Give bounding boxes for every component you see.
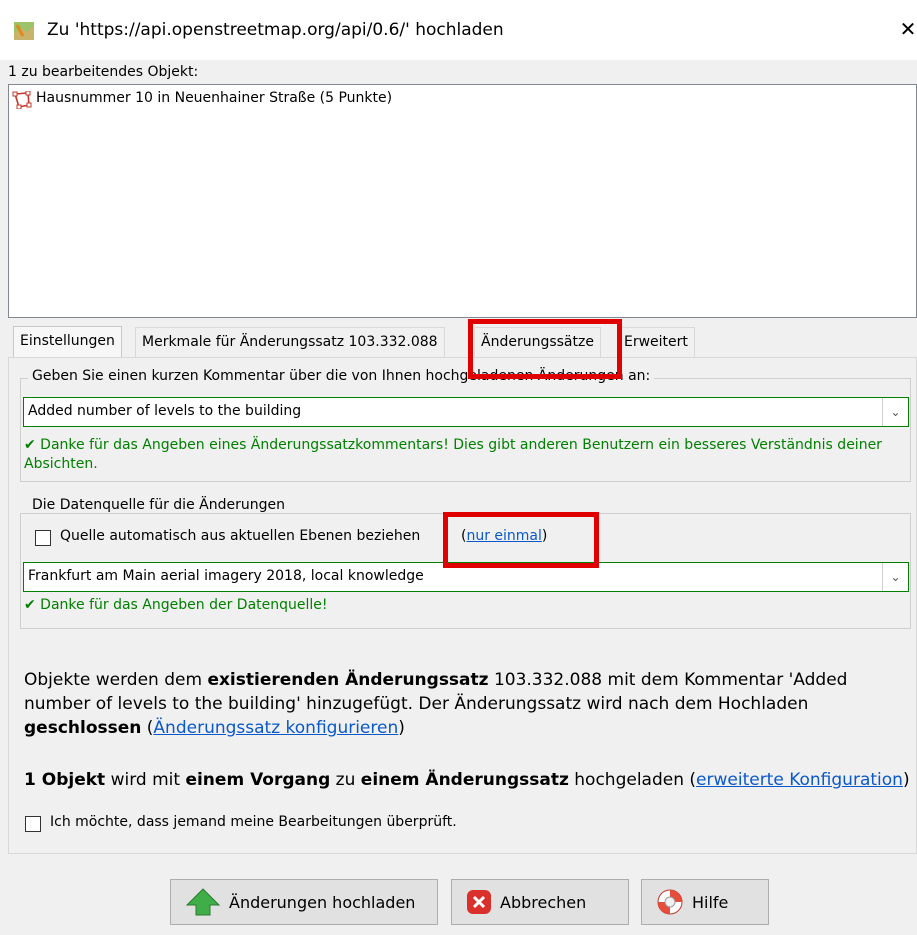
comment-feedback: ✔ Danke für das Angeben eines Änderungss… <box>24 437 882 472</box>
tab-merkmale[interactable]: Merkmale für Änderungssatz 103.332.088 <box>135 327 445 357</box>
help-button[interactable]: Hilfe <box>641 879 769 925</box>
info-text: Objekte werden dem <box>24 670 208 690</box>
info-bold: existierenden Änderungssatz <box>207 670 489 690</box>
tab-erweitert[interactable]: Erweitert <box>617 327 695 357</box>
close-icon[interactable]: ✕ <box>896 17 917 41</box>
info-text: ) <box>398 718 405 738</box>
source-feedback: ✔ Danke für das Angeben der Datenquelle! <box>24 597 328 613</box>
review-checkbox[interactable] <box>25 816 41 832</box>
upload-button-label: Änderungen hochladen <box>229 892 416 912</box>
way-polygon-icon <box>12 91 32 109</box>
info-text: wird mit <box>105 770 186 790</box>
info-bold: 1 Objekt <box>24 770 106 790</box>
cancel-button-label: Abbrechen <box>500 892 587 912</box>
info-text: hochgeladen ( <box>568 770 697 790</box>
josm-app-icon <box>14 22 34 40</box>
configure-changeset-link[interactable]: Änderungssatz konfigurieren <box>153 718 398 738</box>
object-item[interactable]: Hausnummer 10 in Neuenhainer Straße (5 P… <box>36 90 392 106</box>
info-bold: einem Änderungssatz <box>360 770 569 790</box>
upload-button[interactable]: Änderungen hochladen <box>170 879 438 925</box>
info-bold: geschlossen <box>24 718 142 738</box>
upload-arrow-icon <box>185 888 221 916</box>
auto-source-checkbox[interactable] <box>35 530 51 546</box>
help-button-label: Hilfe <box>692 892 729 912</box>
chevron-down-icon[interactable]: ⌄ <box>882 398 908 426</box>
lifebuoy-icon <box>657 889 683 915</box>
window-title: Zu 'https://api.openstreetmap.org/api/0.… <box>47 20 504 40</box>
info-text: ) <box>902 770 910 790</box>
info-text: ( <box>141 718 154 738</box>
comment-value: Added number of levels to the building <box>28 403 302 419</box>
comment-combobox[interactable]: Added number of levels to the building ⌄ <box>23 397 909 427</box>
highlight-box-changesets-tab <box>468 319 622 379</box>
changeset-info: Objekte werden dem existierenden Änderun… <box>24 668 894 740</box>
objects-label: 1 zu bearbeitendes Objekt: <box>8 64 199 80</box>
info-text: zu <box>330 770 361 790</box>
chevron-down-icon[interactable]: ⌄ <box>882 563 908 591</box>
objects-list <box>8 84 917 318</box>
highlight-box-once-link <box>443 512 599 568</box>
upload-summary: 1 Objekt wird mit einem Vorgang zu einem… <box>24 768 910 792</box>
cancel-icon <box>467 890 491 914</box>
source-value: Frankfurt am Main aerial imagery 2018, l… <box>28 568 424 584</box>
auto-source-label: Quelle automatisch aus aktuellen Ebenen … <box>60 528 421 544</box>
tab-einstellungen[interactable]: Einstellungen <box>13 326 122 357</box>
cancel-button[interactable]: Abbrechen <box>451 879 629 925</box>
advanced-config-link[interactable]: erweiterte Konfiguration <box>696 770 903 790</box>
source-legend: Die Datenquelle für die Änderungen <box>28 497 289 513</box>
info-bold: einem Vorgang <box>185 770 331 790</box>
review-label: Ich möchte, dass jemand meine Bearbeitun… <box>50 814 457 830</box>
